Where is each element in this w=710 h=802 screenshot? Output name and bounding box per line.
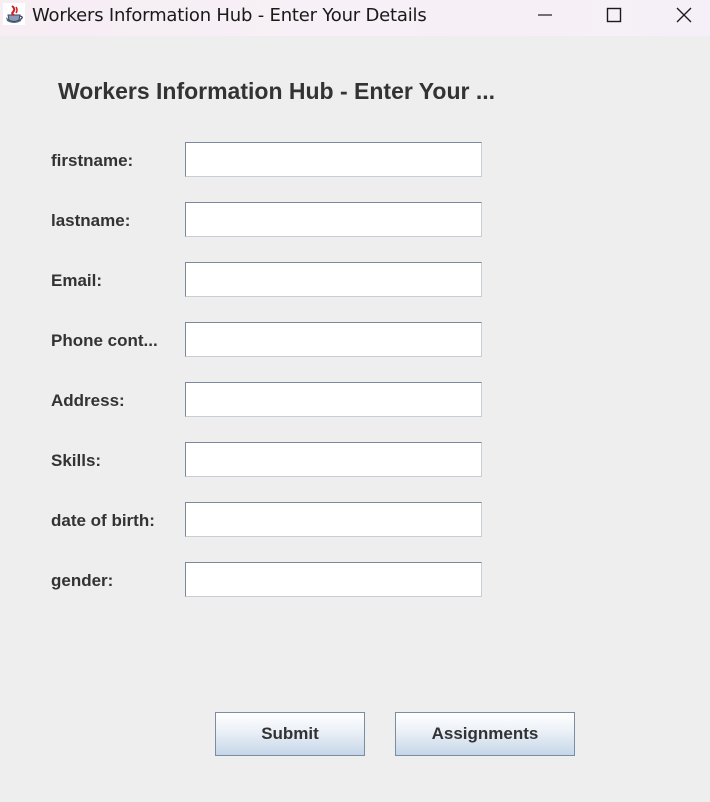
- date-of-birth-label: date of birth:: [51, 511, 155, 530]
- phone-contact-label: Phone cont...: [51, 331, 158, 350]
- address-label: Address:: [51, 391, 125, 410]
- gender-field[interactable]: [185, 562, 482, 597]
- email-label: Email:: [51, 271, 103, 290]
- gender-label: gender:: [51, 571, 114, 590]
- title-bar[interactable]: Workers Information Hub - Enter Your Det…: [0, 0, 710, 36]
- maximize-icon: [606, 7, 622, 23]
- firstname-field[interactable]: [185, 142, 482, 177]
- lastname-label: lastname:: [51, 211, 131, 230]
- date-of-birth-field[interactable]: [185, 502, 482, 537]
- skills-label: Skills:: [51, 451, 102, 470]
- close-icon: [676, 7, 692, 23]
- close-button[interactable]: [654, 0, 710, 30]
- firstname-label: firstname:: [51, 151, 134, 170]
- email-field[interactable]: [185, 262, 482, 297]
- minimize-icon: [537, 7, 553, 23]
- java-coffee-cup-icon: [3, 3, 25, 25]
- address-field[interactable]: [185, 382, 482, 417]
- minimize-button[interactable]: [515, 0, 575, 30]
- skills-field[interactable]: [185, 442, 482, 477]
- app-window: Workers Information Hub - Enter Your Det…: [0, 0, 710, 802]
- submit-button[interactable]: Submit: [215, 712, 365, 756]
- lastname-field[interactable]: [185, 202, 482, 237]
- phone-contact-field[interactable]: [185, 322, 482, 357]
- maximize-button[interactable]: [584, 0, 644, 30]
- assignments-button[interactable]: Assignments: [395, 712, 575, 756]
- form-heading: Workers Information Hub - Enter Your ...: [58, 78, 496, 104]
- window-title: Workers Information Hub - Enter Your Det…: [32, 5, 427, 26]
